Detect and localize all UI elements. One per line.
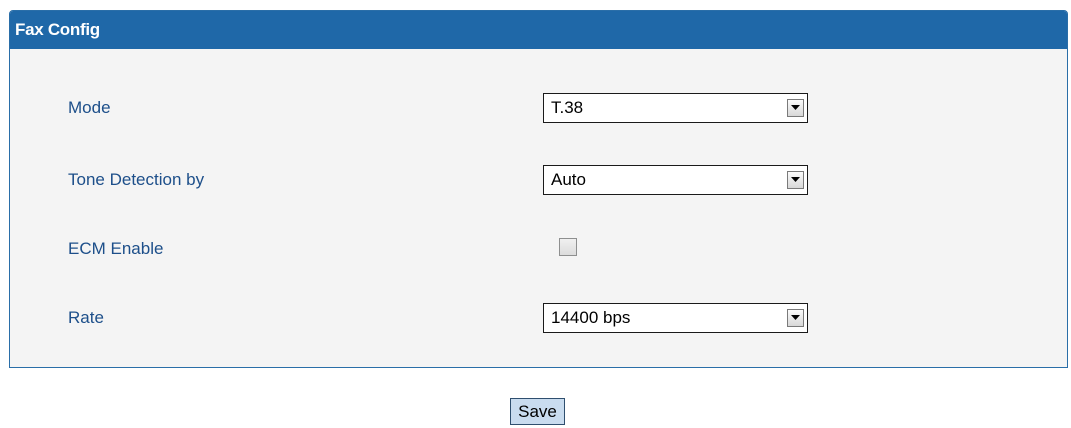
mode-row: Mode T.38 [10, 91, 1067, 125]
tone-detection-label: Tone Detection by [68, 170, 205, 189]
mode-label: Mode [68, 98, 111, 117]
tone-detection-row: Tone Detection by Auto [10, 163, 1067, 197]
chevron-down-icon[interactable] [787, 171, 804, 189]
ecm-row: ECM Enable [10, 232, 1067, 266]
rate-select[interactable]: 14400 bps [543, 303, 808, 333]
rate-select-value: 14400 bps [551, 308, 631, 327]
rate-label: Rate [68, 308, 104, 327]
fax-config-panel: Fax Config Mode T.38 Tone Detection by A… [9, 10, 1068, 368]
mode-select-value: T.38 [551, 98, 584, 117]
panel-title: Fax Config [10, 11, 1067, 49]
ecm-enable-label: ECM Enable [68, 239, 164, 258]
tone-detection-select[interactable]: Auto [543, 165, 808, 195]
ecm-enable-checkbox[interactable] [559, 238, 577, 256]
rate-row: Rate 14400 bps [10, 301, 1067, 335]
mode-select[interactable]: T.38 [543, 93, 808, 123]
chevron-down-icon[interactable] [787, 99, 804, 117]
chevron-down-icon[interactable] [787, 309, 804, 327]
save-button[interactable]: Save [510, 398, 565, 425]
tone-detection-select-value: Auto [551, 170, 586, 189]
